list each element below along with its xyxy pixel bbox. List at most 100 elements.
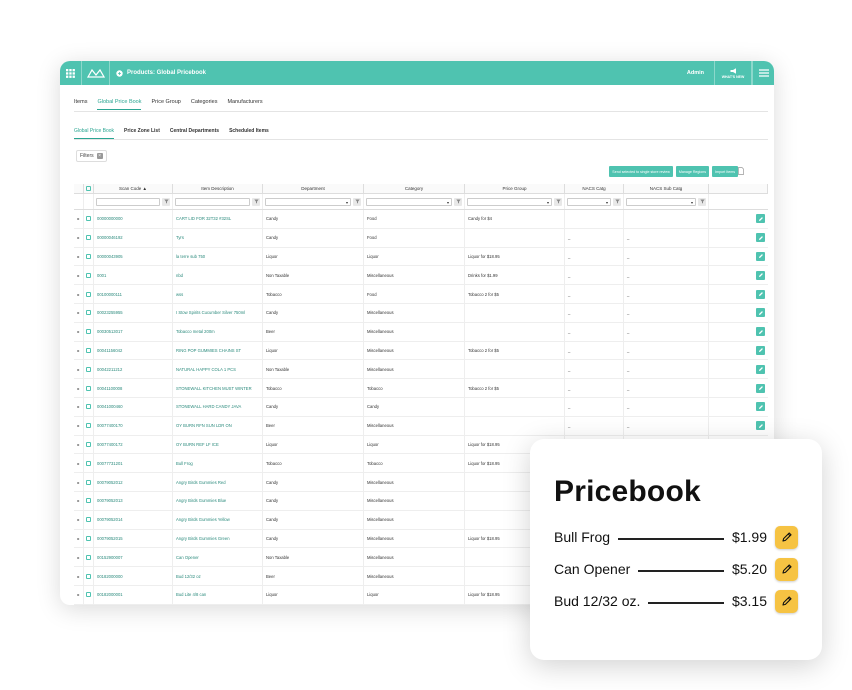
item-description-cell[interactable]: Bud Lite 4/8 can: [173, 585, 263, 604]
table-row[interactable]: ▸ 00041000460 STONEWALL HARD CANDY JAVA Can…: [74, 397, 768, 417]
row-checkbox[interactable]: [86, 423, 91, 429]
import-items-button[interactable]: Import Items: [712, 166, 738, 177]
edit-pencil-icon[interactable]: [756, 251, 765, 261]
row-checkbox[interactable]: [86, 216, 91, 222]
edit-pencil-icon[interactable]: [756, 289, 765, 299]
tab-items[interactable]: Items: [74, 99, 87, 110]
table-row[interactable]: ▸ 00041156042 RING POP GUMMIES CHAINS ST Li…: [74, 341, 768, 361]
column-header-nacs-sub-catg[interactable]: NACS Sub Catg: [624, 184, 709, 193]
expand-row-icon[interactable]: ▸: [77, 404, 79, 409]
column-header-price-group[interactable]: Price Group: [465, 184, 565, 193]
admin-user-menu[interactable]: Admin: [677, 70, 714, 76]
scan-code-cell[interactable]: 00077400172: [94, 435, 173, 454]
filter-funnel-icon[interactable]: [554, 197, 562, 206]
hamburger-menu-icon[interactable]: [752, 61, 774, 85]
item-description-cell[interactable]: OY BURN RFN SUN LDR ON: [173, 416, 263, 435]
item-description-cell[interactable]: Angry Birds Gummies Blue: [173, 491, 263, 510]
send-to-store-review-button[interactable]: Send selected to single store review: [609, 166, 673, 177]
column-header-department[interactable]: Department: [263, 184, 364, 193]
expand-row-icon[interactable]: ▸: [77, 461, 79, 466]
tab-global-price-book[interactable]: Global Price Book: [97, 99, 142, 110]
item-description-cell[interactable]: Bull Frog: [173, 454, 263, 473]
item-description-cell[interactable]: STONEWALL KITCHEN MUST WINTER: [173, 379, 263, 397]
table-row[interactable]: ▸ 00077400170 OY BURN RFN SUN LDR ON Beer Mi…: [74, 416, 768, 436]
scan-code-cell[interactable]: 00000000000: [94, 210, 173, 228]
row-checkbox[interactable]: [86, 498, 91, 504]
table-row[interactable]: ▸ 00042211212 NATURAL HAPPY COLA 1 PCS Non …: [74, 360, 768, 380]
column-header-scan-code[interactable]: Scan Code ▲: [94, 184, 173, 193]
edit-pencil-icon[interactable]: [756, 345, 765, 355]
scan-code-cell[interactable]: 00077731201: [94, 454, 173, 473]
item-description-cell[interactable]: Bud 12/32 oz: [173, 567, 263, 585]
filter-funnel-icon[interactable]: [353, 197, 361, 206]
pencil-icon[interactable]: [775, 589, 798, 613]
expand-row-icon[interactable]: ▸: [77, 216, 79, 221]
scan-code-cell[interactable]: 00100000111: [94, 285, 173, 303]
row-checkbox[interactable]: [86, 235, 91, 241]
table-row[interactable]: ▸ 00041100008 STONEWALL KITCHEN MUST WINTE…: [74, 379, 768, 398]
item-description-cell[interactable]: Tobacco metal 200m: [173, 322, 263, 341]
scan-code-cell[interactable]: 00182000001: [94, 585, 173, 604]
edit-pencil-icon[interactable]: [756, 214, 765, 224]
scan-code-cell[interactable]: 00152900007: [94, 548, 173, 567]
table-row[interactable]: ▸ 00030513017 Tobacco metal 200m Beer Miscel…: [74, 322, 768, 342]
edit-pencil-icon[interactable]: [756, 402, 765, 412]
item-description-cell[interactable]: I Stow Spirits Cucumber Silver 750ml: [173, 303, 263, 322]
subtab-global-price-book[interactable]: Global Price Book: [74, 128, 115, 139]
expand-row-icon[interactable]: ▸: [77, 273, 79, 278]
scan-code-cell[interactable]: 00079052013: [94, 491, 173, 510]
column-header-item-description[interactable]: Item Description: [173, 184, 263, 193]
row-checkbox[interactable]: [86, 347, 91, 353]
subtab-central-departments[interactable]: Central Departments: [170, 128, 219, 139]
edit-pencil-icon[interactable]: [756, 364, 765, 374]
scan-code-cell[interactable]: 00041156042: [94, 341, 173, 360]
tab-price-group[interactable]: Price Group: [151, 99, 180, 110]
row-checkbox[interactable]: [86, 517, 91, 523]
edit-pencil-icon[interactable]: [756, 383, 765, 393]
expand-row-icon[interactable]: ▸: [77, 536, 79, 541]
row-checkbox[interactable]: [86, 385, 91, 391]
item-description-cell[interactable]: NATURAL HAPPY COLA 1 PCS: [173, 360, 263, 379]
item-description-cell[interactable]: RING POP GUMMIES CHAINS ST: [173, 341, 263, 360]
close-icon[interactable]: ×: [96, 153, 103, 159]
expand-row-icon[interactable]: ▸: [77, 329, 79, 334]
tab-manufacturers[interactable]: Manufacturers: [227, 99, 262, 110]
brand-logo-icon[interactable]: [82, 61, 110, 85]
row-checkbox[interactable]: [86, 460, 91, 466]
item-description-cell[interactable]: nbd: [173, 266, 263, 285]
item-description-cell[interactable]: CART LID FOR 32T32 #32SL: [173, 210, 263, 228]
row-checkbox[interactable]: [86, 310, 91, 316]
row-checkbox[interactable]: [86, 573, 91, 579]
nacs-sub-catg-filter-input[interactable]: [626, 197, 696, 206]
filter-funnel-icon[interactable]: [252, 197, 260, 206]
subtab-scheduled-items[interactable]: Scheduled Items: [229, 128, 269, 139]
expand-row-icon[interactable]: ▸: [77, 574, 79, 579]
filter-funnel-icon[interactable]: [162, 197, 170, 206]
table-row[interactable]: ▸ 0001 nbd Non Taxable Miscellaneous Drinks f…: [74, 266, 768, 286]
edit-pencil-icon[interactable]: [756, 327, 765, 337]
table-row[interactable]: ▸ 00000000000 CART LID FOR 32T32 #32SL Cand…: [74, 210, 768, 229]
expand-row-icon[interactable]: ▸: [77, 442, 79, 447]
filters-chip[interactable]: Filters ×: [76, 150, 107, 162]
scan-code-cell[interactable]: 00182000000: [94, 567, 173, 585]
edit-pencil-icon[interactable]: [756, 233, 765, 243]
scan-code-cell[interactable]: 00079052015: [94, 529, 173, 548]
scan-code-cell[interactable]: 00042211212: [94, 360, 173, 379]
expand-row-icon[interactable]: ▸: [77, 292, 79, 297]
tab-categories[interactable]: Categories: [191, 99, 218, 110]
row-checkbox[interactable]: [86, 592, 91, 598]
row-checkbox[interactable]: [86, 253, 91, 259]
row-checkbox[interactable]: [86, 291, 91, 297]
apps-grid-icon[interactable]: [60, 61, 82, 85]
category-filter-input[interactable]: [366, 197, 452, 206]
expand-row-icon[interactable]: ▸: [77, 254, 79, 259]
table-row[interactable]: ▸ 00000046192 Tyrs Candy Food _ _: [74, 228, 768, 248]
item-description-cell[interactable]: STONEWALL HARD CANDY JAVA: [173, 397, 263, 416]
scan-code-cell[interactable]: 00000043905: [94, 247, 173, 266]
edit-pencil-icon[interactable]: [756, 308, 765, 318]
item-description-cell[interactable]: Angry Birds Gummies Green: [173, 529, 263, 548]
expand-row-icon[interactable]: ▸: [77, 480, 79, 485]
filter-funnel-icon[interactable]: [698, 197, 706, 206]
expand-row-icon[interactable]: ▸: [77, 235, 79, 240]
table-row[interactable]: ▸ 00000043905 la terre sub 750 Liquor Liquor…: [74, 247, 768, 267]
